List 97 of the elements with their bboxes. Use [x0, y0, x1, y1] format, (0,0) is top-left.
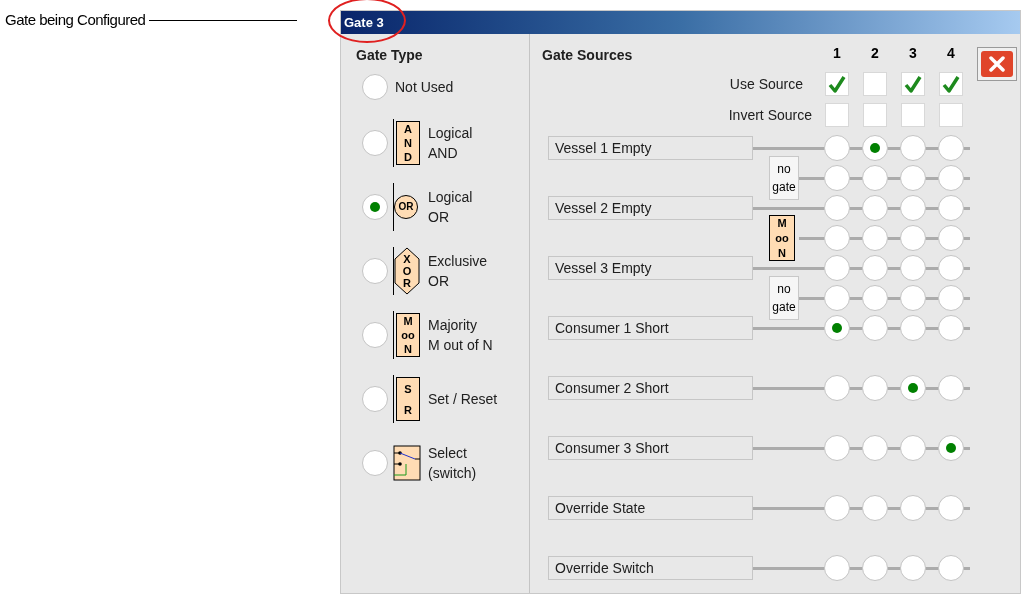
close-icon — [989, 56, 1005, 72]
checkbox[interactable] — [863, 71, 887, 96]
annotation-label: Gate being Configured — [5, 10, 146, 30]
source-radio[interactable] — [900, 285, 926, 311]
invert-source-label: Invert Source — [728, 106, 812, 123]
source-field[interactable]: Override Switch — [548, 556, 753, 580]
source-field[interactable]: Vessel 3 Empty — [548, 256, 753, 280]
option-label: Set / Reset — [427, 390, 498, 409]
gate-symbol: S R — [393, 375, 421, 423]
section-heading: Gate Type — [356, 47, 423, 63]
source-radio[interactable] — [938, 135, 964, 161]
radio-button[interactable] — [362, 258, 388, 284]
source-radio[interactable] — [862, 555, 888, 581]
source-radio[interactable] — [938, 195, 964, 221]
column-number: 3 — [909, 44, 917, 63]
source-radio[interactable] — [938, 375, 964, 401]
switch-icon — [393, 445, 421, 481]
source-radio[interactable] — [938, 285, 964, 311]
radio-button[interactable] — [362, 322, 388, 348]
gate-tag: no gate — [769, 156, 799, 200]
source-radio[interactable] — [900, 195, 926, 221]
option-label: Not Used — [394, 78, 454, 97]
source-radio[interactable] — [900, 255, 926, 281]
source-radio[interactable] — [862, 315, 888, 341]
checkbox[interactable] — [901, 71, 925, 96]
source-field[interactable]: Vessel 1 Empty — [548, 136, 753, 160]
source-radio[interactable] — [862, 375, 888, 401]
source-radio[interactable] — [862, 285, 888, 311]
column-number: 2 — [871, 44, 879, 63]
checkmark-icon — [904, 74, 922, 93]
gate-symbol: A N D — [393, 119, 421, 167]
source-radio[interactable] — [824, 285, 850, 311]
gate-tag: no gate — [769, 276, 799, 320]
gate-symbol: X O R — [393, 247, 421, 295]
checkbox[interactable] — [863, 102, 887, 127]
source-field[interactable]: Vessel 2 Empty — [548, 196, 753, 220]
source-radio[interactable] — [938, 225, 964, 251]
option-label: Exclusive OR — [427, 252, 488, 291]
source-radio[interactable] — [900, 165, 926, 191]
source-radio[interactable] — [824, 165, 850, 191]
source-radio[interactable] — [900, 495, 926, 521]
source-radio[interactable] — [938, 435, 964, 461]
source-radio[interactable] — [900, 225, 926, 251]
column-number: 4 — [947, 44, 955, 63]
source-radio[interactable] — [824, 495, 850, 521]
source-field[interactable]: Override State — [548, 496, 753, 520]
gate-symbol: M oo N — [393, 311, 421, 359]
source-radio[interactable] — [938, 255, 964, 281]
radio-button[interactable] — [362, 386, 388, 412]
radio-button[interactable] — [362, 130, 388, 156]
option-label: Majority M out of N — [427, 316, 493, 355]
option-label: Select (switch) — [427, 444, 477, 483]
source-radio[interactable] — [824, 315, 850, 341]
checkmark-icon — [828, 74, 846, 93]
radio-button[interactable] — [362, 74, 388, 100]
source-field[interactable]: Consumer 2 Short — [548, 376, 753, 400]
source-radio[interactable] — [862, 435, 888, 461]
source-radio[interactable] — [824, 375, 850, 401]
source-radio[interactable] — [862, 165, 888, 191]
checkmark-icon — [942, 74, 960, 93]
source-radio[interactable] — [900, 555, 926, 581]
option-label: Logical OR — [427, 188, 473, 227]
source-field[interactable]: Consumer 1 Short — [548, 316, 753, 340]
checkbox[interactable] — [939, 102, 963, 127]
section-heading: Gate Sources — [542, 47, 633, 63]
source-radio[interactable] — [938, 165, 964, 191]
source-radio[interactable] — [900, 375, 926, 401]
source-radio[interactable] — [900, 315, 926, 341]
source-radio[interactable] — [824, 435, 850, 461]
source-radio[interactable] — [900, 135, 926, 161]
source-field[interactable]: Consumer 3 Short — [548, 436, 753, 460]
source-radio[interactable] — [862, 135, 888, 161]
gate-symbol: M oo N — [769, 215, 795, 261]
source-radio[interactable] — [824, 255, 850, 281]
source-radio[interactable] — [824, 555, 850, 581]
checkbox[interactable] — [825, 71, 849, 96]
checkbox[interactable] — [825, 102, 849, 127]
source-radio[interactable] — [938, 495, 964, 521]
column-number: 1 — [833, 44, 841, 63]
source-radio[interactable] — [824, 225, 850, 251]
source-radio[interactable] — [824, 135, 850, 161]
source-radio[interactable] — [862, 495, 888, 521]
source-radio[interactable] — [824, 195, 850, 221]
source-radio[interactable] — [938, 555, 964, 581]
checkbox[interactable] — [939, 71, 963, 96]
close-button[interactable] — [977, 47, 1017, 81]
use-source-label: Use Source — [729, 75, 803, 92]
radio-button[interactable] — [362, 194, 388, 220]
source-radio[interactable] — [938, 315, 964, 341]
window-title: Gate 3 — [344, 13, 384, 32]
source-radio[interactable] — [862, 255, 888, 281]
checkbox[interactable] — [901, 102, 925, 127]
radio-button[interactable] — [362, 450, 388, 476]
source-radio[interactable] — [900, 435, 926, 461]
source-radio[interactable] — [862, 225, 888, 251]
option-label: Logical AND — [427, 124, 473, 163]
source-radio[interactable] — [862, 195, 888, 221]
